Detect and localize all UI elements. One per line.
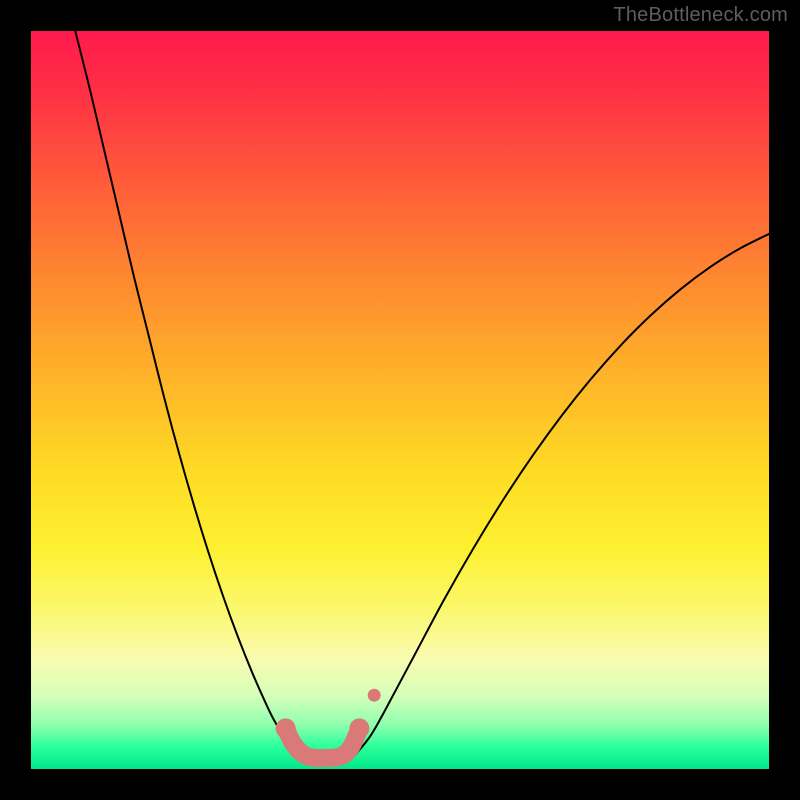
right-curve [356,234,769,754]
marker-dot-extra [368,689,381,702]
left-curve [75,31,296,754]
marker-band-stroke [286,728,360,758]
chart-frame: TheBottleneck.com [0,0,800,800]
marker-dot-0 [276,718,296,738]
marker-group [276,689,381,758]
chart-svg [31,31,769,769]
watermark-text: TheBottleneck.com [613,4,788,27]
marker-dot-1 [349,718,369,738]
plot-area [31,31,769,769]
curve-group [75,31,769,754]
